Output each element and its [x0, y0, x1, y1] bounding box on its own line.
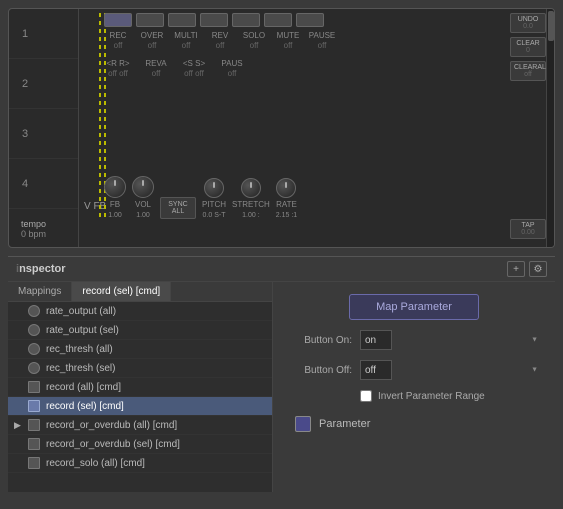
knob-icon [28, 305, 40, 317]
top-btn-1[interactable] [104, 13, 132, 27]
btn-icon [28, 419, 40, 431]
ctrl-solo: SOLO off [240, 31, 268, 50]
button-off-select[interactable]: offon [360, 360, 392, 380]
ctrl-ss: <S S> off off [180, 59, 208, 78]
list-item[interactable]: rec_thresh (all) [8, 340, 272, 359]
button-off-select-wrap: offon [360, 360, 541, 380]
track-label-4: 4 [17, 178, 33, 190]
track-label-3: 3 [17, 128, 33, 140]
expand-arrow[interactable]: ▶ [14, 420, 28, 431]
invert-row: Invert Parameter Range [287, 390, 541, 402]
list-item-selected[interactable]: record (sel) [cmd] [8, 397, 272, 416]
tab-mappings[interactable]: Mappings [8, 282, 72, 301]
ctrl-pause: PAUSE off [308, 31, 336, 50]
knobs-area: FB 1.00 VOL 1.00 SYNC ALL PITCH 0.0 S-T … [104, 176, 297, 219]
list-item[interactable]: rec_thresh (sel) [8, 359, 272, 378]
button-on-label: Button On: [287, 335, 352, 346]
inspector-body: Mappings record (sel) [cmd] rate_output … [8, 282, 555, 492]
track-label-1: 1 [17, 28, 33, 40]
pitch-knob[interactable] [204, 178, 224, 198]
ctrl-rec: REC off [104, 31, 132, 50]
tap-button[interactable]: TAP 0.00 [510, 219, 546, 239]
button-on-select-wrap: onoff [360, 330, 541, 350]
mapping-list[interactable]: rate_output (all) rate_output (sel) rec_… [8, 302, 272, 492]
controls-row-2: <R R> off off REVA off <S S> off off PAU… [104, 59, 484, 78]
inspector-header: inspector + ⚙ [8, 257, 555, 282]
inspector-title: inspector [16, 263, 66, 275]
list-item[interactable]: record_or_overdub (sel) [cmd] [8, 435, 272, 454]
ctrl-over: OVER off [138, 31, 166, 50]
top-btn-4[interactable] [200, 13, 228, 27]
vol-knob-group: VOL 1.00 [132, 176, 154, 219]
inspector-icons: + ⚙ [507, 261, 547, 277]
top-btn-2[interactable] [136, 13, 164, 27]
right-buttons: UNDO 0.0 CLEAR 0 CLEARALL off [510, 13, 546, 81]
clear-button[interactable]: CLEAR 0 [510, 37, 546, 57]
rate-knob[interactable] [276, 178, 296, 198]
panel-scrollbar[interactable] [546, 9, 554, 247]
knob-icon [28, 343, 40, 355]
button-off-label: Button Off: [287, 365, 352, 376]
controls-row-1: REC off OVER off MULTI off REV off SOLO … [104, 31, 484, 50]
btn-icon [28, 381, 40, 393]
track-row-1: 1 [9, 9, 78, 59]
ctrl-rev: REV off [206, 31, 234, 50]
clearall-button[interactable]: CLEARALL off [510, 61, 546, 81]
gear-button[interactable]: ⚙ [529, 261, 547, 277]
sync-all-button[interactable]: SYNC ALL [160, 197, 196, 219]
inspector-left: Mappings record (sel) [cmd] rate_output … [8, 282, 273, 492]
rate-group: RATE 2.15 :1 [276, 178, 297, 219]
track-row-2: 2 [9, 59, 78, 109]
top-button-row [104, 13, 324, 27]
top-btn-3[interactable] [168, 13, 196, 27]
button-on-row: Button On: onoff [287, 330, 541, 350]
top-btn-6[interactable] [264, 13, 292, 27]
add-button[interactable]: + [507, 261, 525, 277]
parameter-box: Parameter [287, 416, 541, 432]
inspector-tabs: Mappings record (sel) [cmd] [8, 282, 272, 302]
btn-icon [28, 457, 40, 469]
track-row-4: 4 [9, 159, 78, 209]
ctrl-reva: REVA off [142, 59, 170, 78]
looper-panel: 1 2 3 4 V FB REC off OVER of [8, 8, 555, 248]
invert-label: Invert Parameter Range [378, 391, 485, 402]
scrollbar-thumb [548, 11, 554, 41]
undo-button[interactable]: UNDO 0.0 [510, 13, 546, 33]
parameter-color-indicator [295, 416, 311, 432]
invert-checkbox[interactable] [360, 390, 372, 402]
button-off-row: Button Off: offon [287, 360, 541, 380]
pitch-group: PITCH 0.0 S-T [202, 178, 226, 219]
ctrl-lr: <R R> off off [104, 59, 132, 78]
inspector-panel: inspector + ⚙ Mappings record (sel) [cmd… [8, 256, 555, 492]
parameter-label: Parameter [319, 418, 370, 430]
list-item[interactable]: rate_output (all) [8, 302, 272, 321]
map-parameter-button[interactable]: Map Parameter [349, 294, 479, 320]
vol-knob[interactable] [132, 176, 154, 198]
track-row-3: 3 [9, 109, 78, 159]
stretch-group: STRETCH 1.00 : [232, 178, 270, 219]
knob-icon [28, 362, 40, 374]
tab-record-sel[interactable]: record (sel) [cmd] [72, 282, 171, 301]
ctrl-multi: MULTI off [172, 31, 200, 50]
fb-knob-group: FB 1.00 [104, 176, 126, 219]
tempo-area: tempo 0 bpm [21, 219, 46, 239]
inspector-right: Map Parameter Button On: onoff Button Of… [273, 282, 555, 492]
knob-icon [28, 324, 40, 336]
top-btn-7[interactable] [296, 13, 324, 27]
ctrl-paus: PAUS off [218, 59, 246, 78]
top-btn-5[interactable] [232, 13, 260, 27]
ctrl-mute: MUTE off [274, 31, 302, 50]
list-item[interactable]: ▶ record_or_overdub (all) [cmd] [8, 416, 272, 435]
list-item[interactable]: record_solo (all) [cmd] [8, 454, 272, 473]
list-item[interactable]: record (all) [cmd] [8, 378, 272, 397]
track-label-2: 2 [17, 78, 33, 90]
btn-icon [28, 438, 40, 450]
button-on-select[interactable]: onoff [360, 330, 392, 350]
track-area: 1 2 3 4 [9, 9, 79, 247]
stretch-knob[interactable] [241, 178, 261, 198]
btn-icon [28, 400, 40, 412]
list-item[interactable]: rate_output (sel) [8, 321, 272, 340]
fb-knob[interactable] [104, 176, 126, 198]
sync-all-group: SYNC ALL [160, 197, 196, 219]
